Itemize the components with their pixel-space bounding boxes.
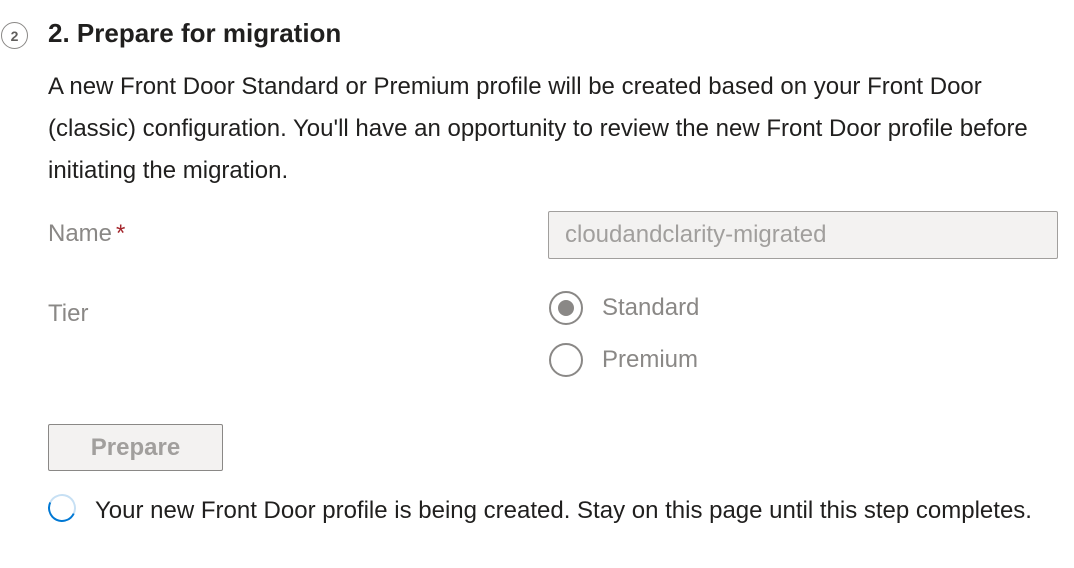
tier-option-label: Standard [602, 294, 700, 321]
tier-option-standard[interactable]: Standard [549, 289, 699, 327]
name-label: Name * [48, 220, 125, 248]
step-number-badge: 2 [1, 22, 28, 49]
required-indicator: * [116, 220, 126, 247]
prepare-button[interactable]: Prepare [48, 424, 223, 471]
step-description: A new Front Door Standard or Premium pro… [48, 73, 1028, 184]
tier-label: Tier [48, 300, 89, 327]
name-input[interactable] [548, 211, 1058, 259]
tier-option-premium[interactable]: Premium [549, 341, 698, 379]
radio-selected-icon[interactable] [549, 291, 583, 325]
radio-dot-icon [558, 300, 574, 316]
step-number: 2 [10, 27, 19, 44]
spinner-icon [44, 490, 80, 526]
name-label-text: Name [48, 220, 113, 247]
step-title: 2. Prepare for migration [48, 18, 342, 48]
tier-option-label: Premium [602, 346, 699, 373]
radio-unselected-icon[interactable] [549, 343, 583, 377]
status-message: Your new Front Door profile is being cre… [95, 497, 1032, 524]
